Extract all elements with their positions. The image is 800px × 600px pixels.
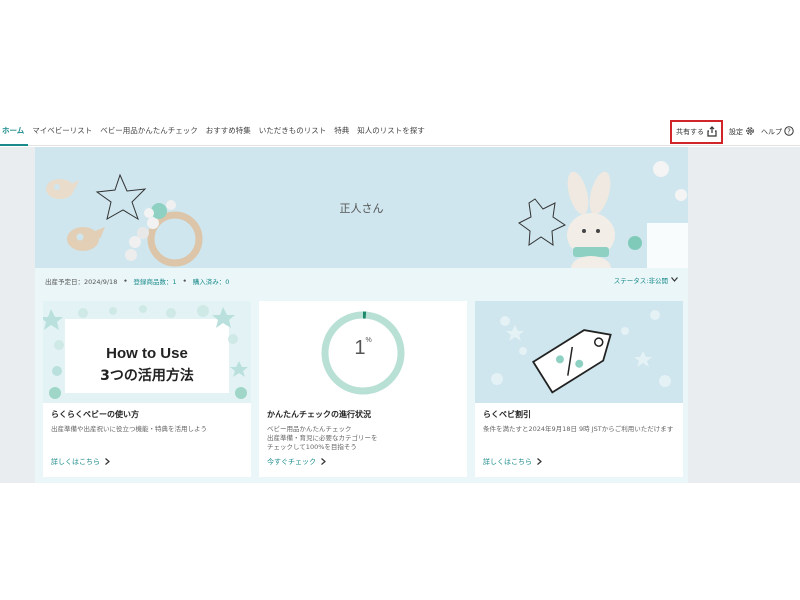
registry-info: 出産予定日：2024/9/18 • 登録商品数：1 • 購入済み：0 ステータス… bbox=[45, 275, 678, 287]
content-panel: 正人さん 出産予定日：2024/9/18 • 登録商品数：1 • 購入済み：0 … bbox=[35, 147, 688, 483]
help-label: ヘルプ bbox=[761, 128, 782, 136]
help-button[interactable]: ヘルプ ? bbox=[761, 126, 794, 138]
bunny-toy-icon bbox=[567, 171, 615, 268]
separator-dot: • bbox=[123, 277, 128, 285]
learn-more-link[interactable]: 詳しくはこちら bbox=[51, 457, 110, 467]
link-label: 詳しくはこちら bbox=[51, 458, 100, 466]
tab-home[interactable]: ホーム bbox=[0, 118, 29, 146]
white-ball-icon bbox=[653, 161, 669, 177]
status-label: ステータス:非公開 bbox=[613, 277, 668, 285]
desc-line: 出産準備・育児に必要なカテゴリーを bbox=[267, 434, 378, 442]
discount-card: らくベビ割引 条件を満たすと2024年9月18日 9時 JSTからご利用いただけ… bbox=[475, 301, 683, 477]
tab-find-list[interactable]: 知人のリストを探す bbox=[353, 118, 429, 146]
check-now-link[interactable]: 今すぐチェック bbox=[267, 457, 326, 467]
cloth-icon bbox=[647, 223, 688, 268]
link-label: 詳しくはこちら bbox=[483, 458, 532, 466]
bird-toy-2-icon bbox=[67, 227, 105, 251]
gear-icon bbox=[745, 126, 755, 138]
card-description: ベビー用品かんたんチェック 出産準備・育児に必要なカテゴリーを チェックして10… bbox=[267, 425, 463, 452]
chevron-right-icon bbox=[321, 457, 326, 467]
hero-banner: 正人さん bbox=[35, 147, 688, 268]
card-description: 出産準備や出産祝いに役立つ機能・特典を活用しよう bbox=[51, 425, 207, 433]
progress-percent: 1% bbox=[259, 337, 467, 360]
three-uses-heading: 3つの活用方法 bbox=[100, 368, 194, 384]
help-icon: ? bbox=[784, 126, 794, 138]
progress-unit: % bbox=[365, 337, 372, 344]
status-dropdown[interactable]: ステータス:非公開 bbox=[614, 275, 678, 285]
discount-tag-illustration bbox=[475, 301, 683, 403]
bird-toy-icon bbox=[46, 179, 79, 199]
tab-gift-list[interactable]: いただきものリスト bbox=[255, 118, 331, 146]
how-to-use-heading: How to Use bbox=[106, 345, 188, 362]
tab-recommended[interactable]: おすすめ特集 bbox=[202, 118, 255, 146]
mint-ball-icon bbox=[628, 236, 642, 250]
settings-button[interactable]: 設定 bbox=[729, 126, 755, 138]
purchased-count-link[interactable]: 購入済み：0 bbox=[193, 276, 230, 286]
learn-more-link[interactable]: 詳しくはこちら bbox=[483, 457, 542, 467]
card-title: らくらくベビーの使い方 bbox=[51, 410, 139, 419]
due-date: 出産予定日：2024/9/18 bbox=[45, 278, 118, 286]
main-area: 正人さん 出産予定日：2024/9/18 • 登録商品数：1 • 購入済み：0 … bbox=[0, 147, 800, 483]
registered-count-link[interactable]: 登録商品数：1 bbox=[134, 276, 177, 286]
card-title: らくベビ割引 bbox=[483, 410, 531, 419]
card-description: 条件を満たすと2024年9月18日 9時 JSTからご利用いただけます bbox=[483, 425, 674, 433]
tab-easy-check[interactable]: ベビー用品かんたんチェック bbox=[96, 118, 202, 146]
nav-actions: 共有する 設定 ヘルプ ? bbox=[670, 118, 794, 146]
share-icon bbox=[707, 125, 717, 139]
how-to-use-card: How to Use 3つの活用方法 らくらくベビーの使い方 出産準備や出産祝い… bbox=[43, 301, 251, 477]
tab-benefits[interactable]: 特典 bbox=[330, 118, 353, 146]
tab-my-baby-list[interactable]: マイベビーリスト bbox=[28, 118, 96, 146]
user-greeting: 正人さん bbox=[339, 202, 384, 215]
chevron-right-icon bbox=[105, 457, 110, 467]
how-to-use-image: How to Use 3つの活用方法 bbox=[43, 301, 251, 403]
desc-line: ベビー用品かんたんチェック bbox=[267, 425, 352, 433]
svg-text:?: ? bbox=[787, 128, 791, 136]
share-label: 共有する bbox=[676, 128, 704, 136]
top-nav: ホーム マイベビーリスト ベビー用品かんたんチェック おすすめ特集 いただきもの… bbox=[0, 118, 800, 146]
easy-check-progress-card: 1% かんたんチェックの進行状況 ベビー用品かんたんチェック 出産準備・育児に必… bbox=[259, 301, 467, 477]
progress-value: 1 bbox=[354, 337, 366, 359]
settings-label: 設定 bbox=[729, 128, 743, 136]
separator-dot: • bbox=[182, 277, 187, 285]
card-title: かんたんチェックの進行状況 bbox=[267, 410, 371, 419]
progress-image: 1% bbox=[259, 301, 467, 403]
share-button[interactable]: 共有する bbox=[670, 120, 723, 144]
nav-tabs: ホーム マイベビーリスト ベビー用品かんたんチェック おすすめ特集 いただきもの… bbox=[0, 118, 429, 146]
chevron-right-icon bbox=[537, 457, 542, 467]
chevron-down-icon bbox=[671, 276, 678, 284]
discount-image bbox=[475, 301, 683, 403]
desc-line: チェックして100%を目指そう bbox=[267, 443, 357, 451]
link-label: 今すぐチェック bbox=[267, 458, 316, 466]
